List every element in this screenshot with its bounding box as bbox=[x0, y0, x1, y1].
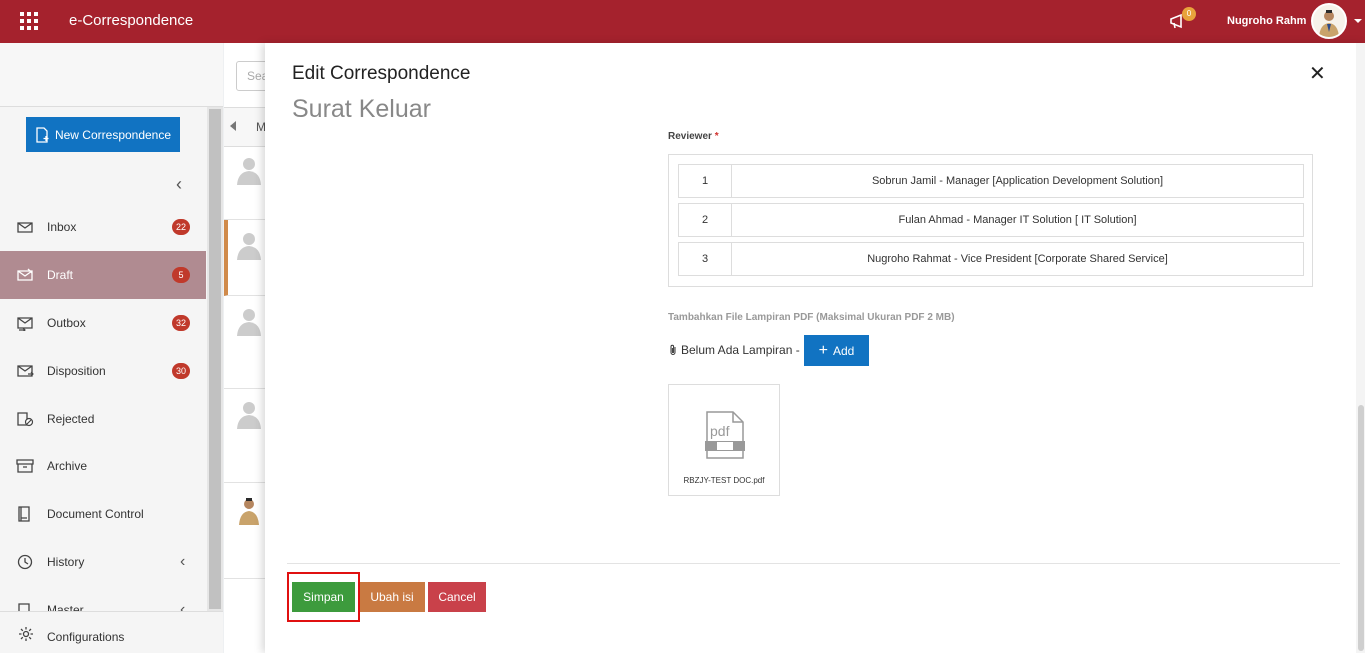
configurations-label: Configurations bbox=[47, 630, 125, 644]
sidebar-item-draft[interactable]: Draft 5 bbox=[0, 251, 206, 299]
panel-scrollbar-thumb[interactable] bbox=[1358, 405, 1364, 651]
arrow-left-icon[interactable] bbox=[230, 121, 236, 131]
reviewer-label-text: Reviewer bbox=[668, 131, 712, 142]
caret-down-icon[interactable] bbox=[1354, 19, 1362, 23]
close-icon[interactable]: ✕ bbox=[1309, 61, 1326, 86]
sidebar-item-inbox[interactable]: Inbox 22 bbox=[0, 203, 206, 251]
reviewer-name: Sobrun Jamil - Manager [Application Deve… bbox=[871, 175, 1164, 187]
avatar-placeholder-icon bbox=[237, 233, 261, 260]
sidebar-item-disposition[interactable]: Disposition 30 bbox=[0, 347, 206, 395]
draft-icon bbox=[16, 267, 34, 283]
sidebar-item-label: Rejected bbox=[47, 412, 95, 426]
reviewer-name: Nugroho Rahmat - Vice President [Corpora… bbox=[867, 253, 1168, 265]
edit-content-button[interactable]: Ubah isi bbox=[359, 582, 425, 612]
sidebar-item-configurations[interactable]: Configurations bbox=[0, 611, 223, 653]
user-name[interactable]: Nugroho Rahm bbox=[1227, 15, 1306, 27]
avatar-placeholder-icon bbox=[237, 402, 261, 429]
sidebar-header bbox=[0, 43, 223, 107]
attachment-file-name: RBZJY-TEST DOC.pdf bbox=[683, 476, 765, 485]
attachment-status-text: Belum Ada Lampiran - bbox=[681, 343, 800, 357]
count-badge: 22 bbox=[172, 219, 190, 235]
avatar[interactable] bbox=[1311, 3, 1347, 39]
attachment-status: Belum Ada Lampiran - bbox=[668, 343, 800, 357]
rejected-icon bbox=[16, 411, 34, 427]
sidebar-item-rejected[interactable]: Rejected bbox=[0, 395, 206, 443]
chevron-left-icon[interactable]: ‹ bbox=[176, 174, 182, 195]
sidebar-item-label: Disposition bbox=[47, 364, 106, 378]
page-title: Edit Correspondence bbox=[292, 63, 471, 84]
reviewer-list: 1 Sobrun Jamil - Manager [Application De… bbox=[668, 154, 1313, 287]
sidebar-item-label: Inbox bbox=[47, 220, 77, 234]
reviewer-number: 3 bbox=[679, 243, 732, 275]
sidebar-item-label: Draft bbox=[47, 268, 74, 282]
gear-icon bbox=[19, 627, 33, 641]
top-bar: e-Correspondence 0 Nugroho Rahm bbox=[0, 0, 1365, 43]
notification-badge: 0 bbox=[1182, 7, 1196, 21]
sidebar-item-label: History bbox=[47, 555, 85, 569]
count-badge: 5 bbox=[172, 267, 190, 283]
reviewer-number: 1 bbox=[679, 165, 732, 197]
plus-icon: + bbox=[818, 341, 828, 359]
document-control-icon bbox=[16, 506, 34, 522]
reviewer-name: Fulan Ahmad - Manager IT Solution [ IT S… bbox=[898, 214, 1137, 226]
attachment-file-card[interactable]: pdf RBZJY-TEST DOC.pdf bbox=[668, 384, 780, 496]
sidebar-item-document-control[interactable]: Document Control bbox=[0, 490, 206, 538]
count-badge: 30 bbox=[172, 363, 190, 379]
sidebar: New Correspondence ‹ Inbox 22 Draft 5 Ou… bbox=[0, 43, 223, 653]
inbox-icon bbox=[16, 219, 34, 235]
archive-icon bbox=[16, 458, 34, 474]
reviewer-row[interactable]: 1 Sobrun Jamil - Manager [Application De… bbox=[678, 164, 1304, 198]
reviewer-row[interactable]: 2 Fulan Ahmad - Manager IT Solution [ IT… bbox=[678, 203, 1304, 237]
reviewer-number: 2 bbox=[679, 204, 732, 236]
edit-correspondence-panel: Edit Correspondence Surat Keluar ✕ Revie… bbox=[265, 43, 1365, 653]
highlight-box bbox=[287, 572, 360, 622]
avatar-placeholder-icon bbox=[237, 158, 261, 185]
cancel-button[interactable]: Cancel bbox=[428, 582, 486, 612]
outbox-icon bbox=[16, 315, 34, 333]
sidebar-item-label: Outbox bbox=[47, 316, 86, 330]
attachment-label: Tambahkan File Lampiran PDF (Maksimal Uk… bbox=[668, 312, 955, 323]
apps-grid-icon[interactable] bbox=[20, 12, 38, 30]
required-mark: * bbox=[714, 131, 719, 142]
sidebar-item-outbox[interactable]: Outbox 32 bbox=[0, 299, 206, 347]
sidebar-item-archive[interactable]: Archive bbox=[0, 442, 206, 490]
sidebar-scrollbar-thumb[interactable] bbox=[209, 109, 221, 609]
app-title[interactable]: e-Correspondence bbox=[69, 12, 193, 29]
new-correspondence-label: New Correspondence bbox=[54, 127, 172, 142]
new-correspondence-button[interactable]: New Correspondence bbox=[26, 117, 180, 152]
reviewer-row[interactable]: 3 Nugroho Rahmat - Vice President [Corpo… bbox=[678, 242, 1304, 276]
avatar bbox=[239, 498, 259, 525]
chevron-left-icon: ‹ bbox=[180, 553, 186, 570]
avatar-placeholder-icon bbox=[237, 309, 261, 336]
sidebar-item-label: Document Control bbox=[47, 507, 144, 521]
add-label: Add bbox=[832, 343, 855, 358]
sidebar-item-history[interactable]: History ‹ bbox=[0, 538, 206, 586]
sidebar-item-label: Archive bbox=[47, 459, 88, 473]
page-subtitle: Surat Keluar bbox=[292, 95, 431, 123]
pdf-icon-text: pdf bbox=[710, 423, 730, 439]
divider bbox=[287, 563, 1340, 564]
reviewer-label: Reviewer * bbox=[668, 131, 719, 142]
paperclip-icon bbox=[670, 344, 676, 355]
new-document-icon bbox=[36, 126, 49, 143]
count-badge: 32 bbox=[172, 315, 190, 331]
add-attachment-button[interactable]: + Add bbox=[804, 335, 869, 366]
history-icon bbox=[16, 554, 34, 570]
disposition-icon bbox=[16, 363, 34, 379]
